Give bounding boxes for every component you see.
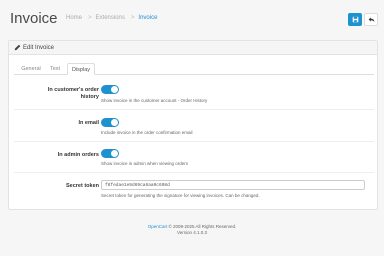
card-header: Edit Invoice xyxy=(9,41,377,55)
secret-token-input[interactable]: f8fedae1e9d69ca6aa0c698d xyxy=(101,180,365,190)
toggle-knob xyxy=(111,150,118,157)
pencil-icon xyxy=(14,44,21,51)
tab-text[interactable]: Text xyxy=(46,63,64,75)
page-header: Invoice Home > Extensions > Invoice xyxy=(0,0,384,36)
secret-token-help: Secret token for generating the signatur… xyxy=(101,193,260,198)
save-button[interactable] xyxy=(348,13,362,26)
breadcrumb-invoice[interactable]: Invoice xyxy=(138,15,157,21)
breadcrumb-extensions[interactable]: Extensions xyxy=(96,15,125,21)
order-history-label-line1: In customer's order xyxy=(47,87,99,93)
divider xyxy=(14,109,374,110)
tab-bar: General Text Display xyxy=(14,63,374,75)
admin-orders-help: Show invoice in admin when viewing order… xyxy=(101,161,189,166)
edit-invoice-card: Edit Invoice General Text Display In cus… xyxy=(8,40,378,210)
admin-orders-label: In admin orders xyxy=(57,152,99,158)
card-title: Edit Invoice xyxy=(23,45,55,51)
email-toggle[interactable] xyxy=(101,118,119,127)
version-text: Version 4.1.0.3 xyxy=(176,230,208,235)
page-title: Invoice xyxy=(10,10,58,27)
save-icon xyxy=(352,16,358,23)
breadcrumb-separator: > xyxy=(88,15,92,21)
order-history-label-line2: history xyxy=(80,94,99,100)
back-button[interactable] xyxy=(364,13,378,26)
divider xyxy=(14,172,374,173)
opencart-link[interactable]: OpenCart xyxy=(148,224,168,229)
order-history-toggle[interactable] xyxy=(101,85,119,94)
footer: OpenCart © 2009-2025 All Rights Reserved… xyxy=(0,224,384,236)
order-history-label: In customer's order history xyxy=(9,87,99,101)
breadcrumb-separator: > xyxy=(130,15,135,21)
admin-orders-toggle[interactable] xyxy=(101,149,119,158)
order-history-help: Show invoice in the customer account - O… xyxy=(101,98,208,103)
tab-general[interactable]: General xyxy=(18,63,44,75)
email-help: Include invoice in the order confirmatio… xyxy=(101,130,193,135)
email-label: In email xyxy=(78,120,99,126)
copyright-text: © 2009-2025 All Rights Reserved. xyxy=(167,224,237,229)
toggle-knob xyxy=(111,119,118,126)
toggle-knob xyxy=(111,86,118,93)
divider xyxy=(14,141,374,142)
breadcrumb-home[interactable]: Home xyxy=(66,15,82,21)
tab-display[interactable]: Display xyxy=(67,63,95,75)
secret-token-label: Secret token xyxy=(65,183,99,189)
reply-icon xyxy=(368,17,374,22)
breadcrumb: Home > Extensions > Invoice xyxy=(66,15,159,21)
